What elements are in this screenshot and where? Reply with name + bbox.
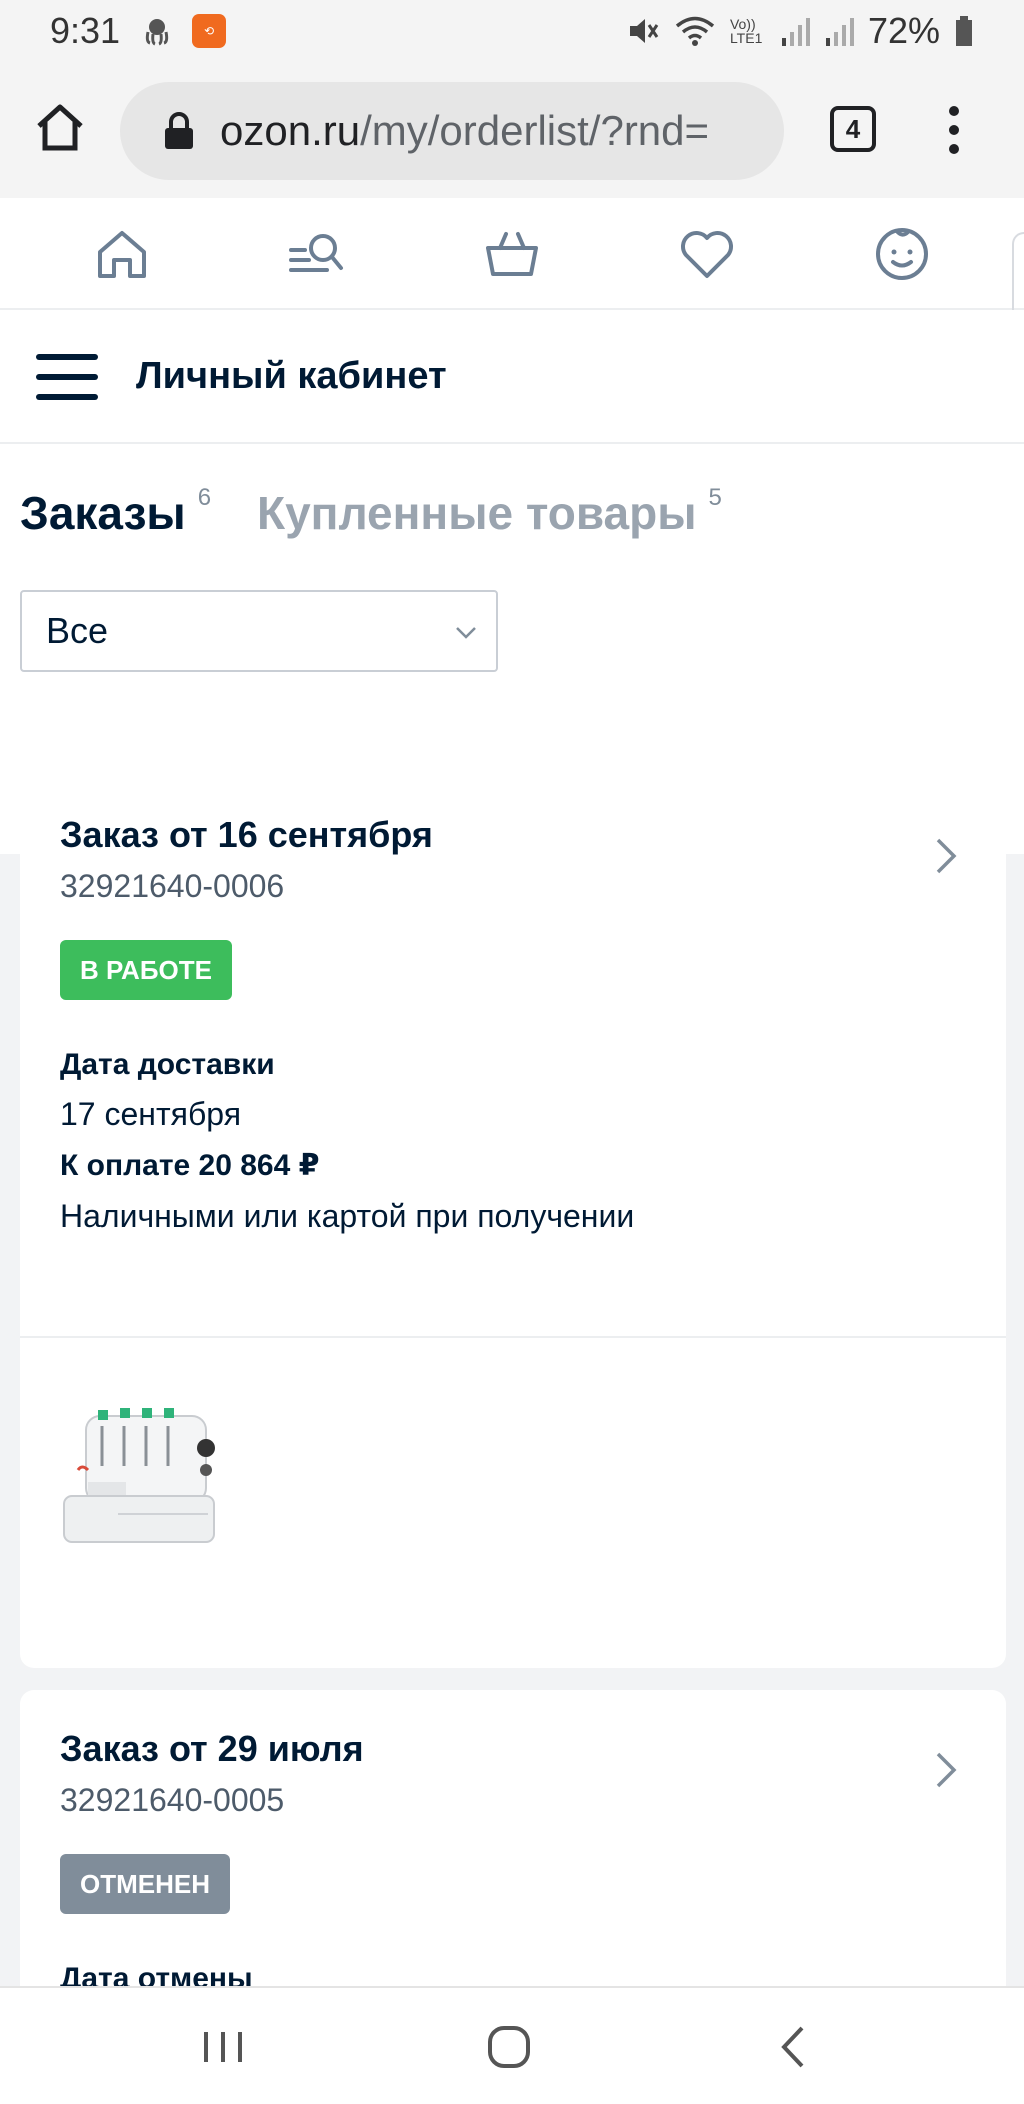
signal-icon-1 xyxy=(781,18,810,46)
page: 9:31 ⟲ Vo)) LTE1 72% ozon.ru/my/orderlis… xyxy=(0,0,1024,2104)
wifi-icon xyxy=(675,16,715,46)
chevron-right-icon[interactable] xyxy=(932,836,960,876)
product-thumbnail-sewing-machine[interactable] xyxy=(58,1396,224,1562)
url-text: ozon.ru/my/orderlist/?rnd= xyxy=(220,107,710,154)
site-content: Личный кабинет Заказы 6 Купленные товары 5… xyxy=(0,198,1024,1986)
home-button-icon[interactable] xyxy=(484,2022,534,2072)
order-title: Заказ от 29 июля xyxy=(60,1728,364,1769)
orders-count: 6 xyxy=(197,484,212,511)
order-title: Заказ от 16 сентября xyxy=(60,814,433,855)
status-badge: ОТМЕНЕН xyxy=(60,1854,230,1914)
signal-icon-2 xyxy=(825,18,854,46)
browser-menu-button[interactable] xyxy=(940,102,968,158)
mute-icon xyxy=(629,19,659,43)
app-notification-icon: ⟲ xyxy=(192,14,227,48)
battery-percent: 72% xyxy=(867,10,940,51)
status-badge: В РАБОТЕ xyxy=(60,940,232,1000)
page-title: Личный кабинет xyxy=(136,355,447,397)
back-icon[interactable] xyxy=(770,2022,820,2072)
hamburger-menu-icon[interactable] xyxy=(36,354,98,400)
delivery-date-value: 17 сентября xyxy=(60,1096,242,1132)
status-time: 9:31 xyxy=(50,10,121,51)
lock-icon xyxy=(165,112,193,149)
recent-apps-icon[interactable] xyxy=(198,2022,248,2072)
catalog-search-icon[interactable] xyxy=(287,224,347,284)
order-number: 32921640-0005 xyxy=(60,1782,285,1818)
favorites-icon[interactable] xyxy=(677,224,737,284)
chevron-right-icon[interactable] xyxy=(932,1750,960,1790)
tab-bought-items[interactable]: Купленные товары 5 xyxy=(257,484,722,540)
order-filter-select[interactable]: Все xyxy=(20,590,498,672)
cart-icon[interactable] xyxy=(482,224,542,284)
orders-section: Заказы 6 Купленные товары 5 Все Заказ от 1… xyxy=(0,444,1024,1986)
chevron-down-icon xyxy=(456,627,476,639)
order-card[interactable]: Заказ от 29 июля 32921640-0005 ОТМЕНЕН Д… xyxy=(20,1690,1006,1986)
status-bar: 9:31 ⟲ Vo)) LTE1 72% xyxy=(0,0,1024,62)
delivery-date-label: Дата доставки xyxy=(60,1048,275,1081)
account-header: Личный кабинет xyxy=(0,310,1024,444)
profile-icon[interactable] xyxy=(872,224,932,284)
order-number: 32921640-0006 xyxy=(60,868,285,904)
network-type: Vo)) LTE1 xyxy=(729,16,763,46)
tab-switcher-button[interactable]: 4 xyxy=(830,106,876,152)
order-card[interactable]: Заказ от 16 сентября 32921640-0006 В РАБ… xyxy=(20,776,1006,1668)
card-divider xyxy=(20,1336,1006,1338)
battery-icon xyxy=(956,16,972,46)
system-navigation-bar xyxy=(0,1986,1024,2104)
browser-home-icon[interactable] xyxy=(34,102,86,154)
filter-selected-value: Все xyxy=(46,610,109,651)
tab-orders[interactable]: Заказы 6 xyxy=(20,484,212,540)
home-icon[interactable] xyxy=(92,224,152,284)
cancel-date-label: Дата отмены xyxy=(60,1962,253,1986)
bought-count: 5 xyxy=(708,484,722,511)
site-icon-nav xyxy=(0,198,1024,632)
payment-method: Наличными или картой при получении xyxy=(60,1198,635,1234)
browser-toolbar: ozon.ru/my/orderlist/?rnd= 4 xyxy=(0,62,1024,198)
payment-amount: К оплате 20 864 ₽ xyxy=(60,1149,320,1182)
octopus-notification-icon xyxy=(145,19,169,46)
address-bar[interactable]: ozon.ru/my/orderlist/?rnd= xyxy=(120,82,784,180)
